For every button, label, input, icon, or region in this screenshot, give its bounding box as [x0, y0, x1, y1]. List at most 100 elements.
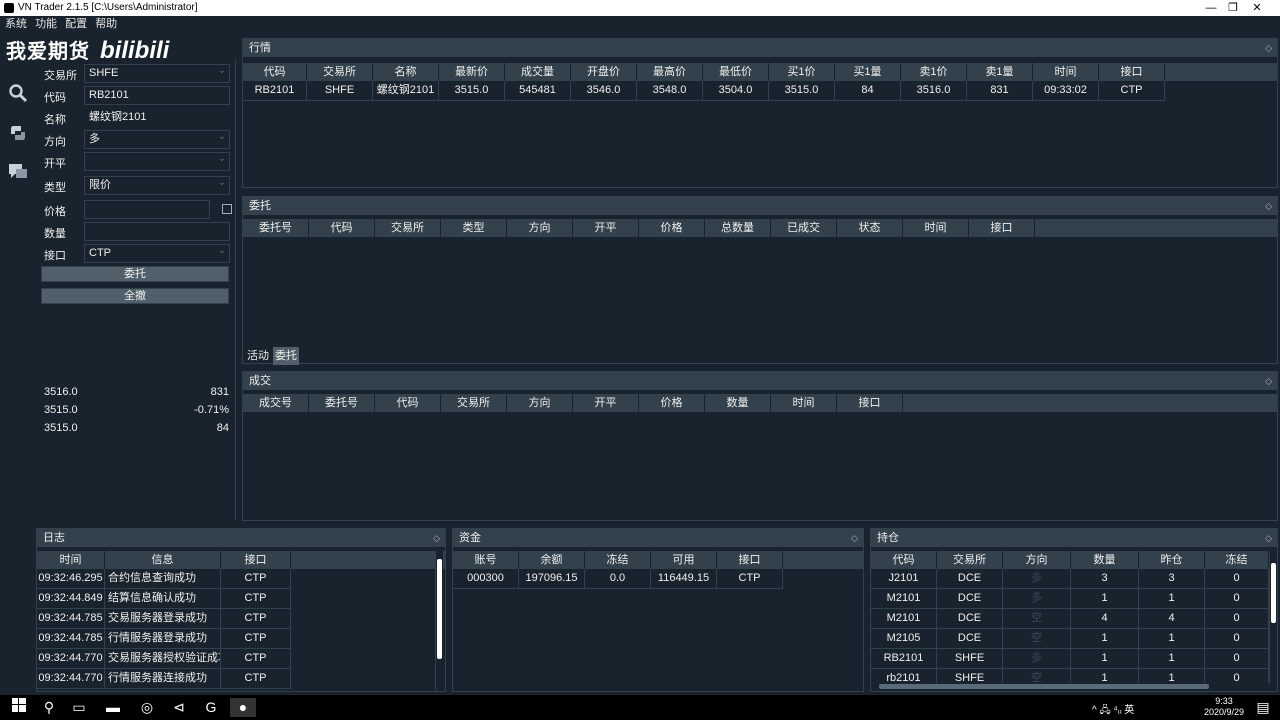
- file-explorer-icon[interactable]: ▬: [100, 698, 126, 717]
- table-row[interactable]: 09:32:44.770 行情服务器连接成功 CTP: [37, 669, 445, 689]
- col-header[interactable]: 开平: [573, 219, 639, 237]
- menu-function[interactable]: 功能: [35, 16, 57, 33]
- price-checkbox[interactable]: [222, 204, 232, 214]
- col-header[interactable]: 账号: [453, 551, 519, 569]
- col-header[interactable]: 数量: [1071, 551, 1139, 569]
- col-header[interactable]: 买1价: [769, 63, 835, 81]
- menu-system[interactable]: 系统: [5, 16, 27, 33]
- col-header[interactable]: 最高价: [637, 63, 703, 81]
- col-header[interactable]: 代码: [309, 219, 375, 237]
- scrollbar-thumb[interactable]: [1271, 563, 1276, 623]
- table-row[interactable]: M2101 DCE 多 1 1 0: [871, 589, 1277, 609]
- menu-config[interactable]: 配置: [65, 16, 87, 33]
- table-row[interactable]: RB2101 SHFE 螺纹钢2101 3515.0 545481 3546.0…: [243, 81, 1277, 101]
- col-header[interactable]: 卖1量: [967, 63, 1033, 81]
- col-header[interactable]: 冻结: [1205, 551, 1269, 569]
- col-header[interactable]: 时间: [903, 219, 969, 237]
- symbol-input[interactable]: RB2101: [84, 86, 230, 105]
- col-header[interactable]: 成交号: [243, 394, 309, 412]
- col-header[interactable]: 方向: [507, 219, 573, 237]
- col-header[interactable]: 类型: [441, 219, 507, 237]
- browser-icon[interactable]: ◎: [134, 698, 160, 717]
- col-header[interactable]: 接口: [717, 551, 783, 569]
- col-header[interactable]: 方向: [507, 394, 573, 412]
- direction-select[interactable]: 多: [84, 128, 230, 149]
- table-row[interactable]: M2101 DCE 空 4 4 0: [871, 609, 1277, 629]
- col-header[interactable]: 开盘价: [571, 63, 637, 81]
- table-row[interactable]: 09:32:46.295 合约信息查询成功 CTP: [37, 569, 445, 589]
- vscode-icon[interactable]: ⊲: [166, 698, 192, 717]
- position-vscrollbar[interactable]: [1269, 551, 1277, 683]
- table-row[interactable]: 09:32:44.849 结算信息确认成功 CTP: [37, 589, 445, 609]
- task-view-icon[interactable]: ▭: [66, 698, 92, 717]
- col-header[interactable]: 代码: [375, 394, 441, 412]
- float-icon[interactable]: ◇: [851, 529, 858, 547]
- type-select[interactable]: 限价: [84, 174, 230, 195]
- col-header[interactable]: 时间: [771, 394, 837, 412]
- col-header[interactable]: 委托号: [243, 219, 309, 237]
- col-header[interactable]: 时间: [37, 551, 105, 569]
- table-row[interactable]: 09:32:44.785 行情服务器登录成功 CTP: [37, 629, 445, 649]
- clock[interactable]: 9:33 2020/9/29: [1204, 696, 1244, 718]
- position-hscrollbar[interactable]: [875, 683, 1265, 691]
- gateway-select[interactable]: CTP: [84, 242, 230, 263]
- chat-icon[interactable]: [7, 161, 29, 183]
- search-icon[interactable]: ⚲: [36, 698, 62, 717]
- windows-start-icon[interactable]: [6, 698, 32, 717]
- col-header[interactable]: 交易所: [441, 394, 507, 412]
- col-header[interactable]: 卖1价: [901, 63, 967, 81]
- col-header[interactable]: 代码: [871, 551, 937, 569]
- float-icon[interactable]: ◇: [1265, 372, 1272, 390]
- table-row[interactable]: 000300 197096.15 0.0 116449.15 CTP: [453, 569, 863, 589]
- col-header[interactable]: 接口: [837, 394, 903, 412]
- col-header[interactable]: 名称: [373, 63, 439, 81]
- tab-all-orders[interactable]: 委托: [273, 347, 299, 365]
- vntrader-taskbar-icon[interactable]: ●: [230, 698, 256, 717]
- col-header[interactable]: 代码: [243, 63, 307, 81]
- col-header[interactable]: 交易所: [375, 219, 441, 237]
- col-header[interactable]: 接口: [221, 551, 291, 569]
- scrollbar-thumb[interactable]: [879, 684, 1209, 689]
- table-row[interactable]: 09:32:44.785 交易服务器登录成功 CTP: [37, 609, 445, 629]
- col-header[interactable]: 方向: [1003, 551, 1071, 569]
- log-scrollbar[interactable]: [435, 551, 443, 691]
- search-icon[interactable]: [7, 83, 29, 105]
- col-header[interactable]: 开平: [573, 394, 639, 412]
- exchange-select[interactable]: SHFE: [84, 62, 230, 83]
- send-order-button[interactable]: 委托: [41, 266, 229, 282]
- chrome-icon[interactable]: G: [198, 698, 224, 717]
- col-header[interactable]: 信息: [105, 551, 221, 569]
- col-header[interactable]: 数量: [705, 394, 771, 412]
- table-row[interactable]: M2105 DCE 空 1 1 0: [871, 629, 1277, 649]
- cancel-all-button[interactable]: 全撤: [41, 288, 229, 304]
- col-header[interactable]: 最新价: [439, 63, 505, 81]
- python-icon[interactable]: [7, 123, 29, 145]
- notification-icon[interactable]: ▤: [1250, 698, 1276, 717]
- price-input[interactable]: [84, 200, 210, 219]
- volume-input[interactable]: [84, 222, 230, 241]
- float-icon[interactable]: ◇: [1265, 197, 1272, 215]
- col-header[interactable]: 冻结: [585, 551, 651, 569]
- col-header[interactable]: 状态: [837, 219, 903, 237]
- table-row[interactable]: J2101 DCE 多 3 3 0: [871, 569, 1277, 589]
- float-icon[interactable]: ◇: [1265, 529, 1272, 547]
- col-header[interactable]: 价格: [639, 394, 705, 412]
- col-header[interactable]: 交易所: [937, 551, 1003, 569]
- col-header[interactable]: 时间: [1033, 63, 1099, 81]
- float-icon[interactable]: ◇: [433, 529, 440, 547]
- col-header[interactable]: 交易所: [307, 63, 373, 81]
- col-header[interactable]: 接口: [969, 219, 1035, 237]
- col-header[interactable]: 委托号: [309, 394, 375, 412]
- col-header[interactable]: 最低价: [703, 63, 769, 81]
- col-header[interactable]: 价格: [639, 219, 705, 237]
- close-button[interactable]: ✕: [1234, 0, 1280, 16]
- col-header[interactable]: 余额: [519, 551, 585, 569]
- table-row[interactable]: rb2101 SHFE 空 1 1 0: [871, 669, 1277, 683]
- tab-active-orders[interactable]: 活动: [245, 347, 271, 365]
- col-header[interactable]: 可用: [651, 551, 717, 569]
- scrollbar-thumb[interactable]: [437, 559, 442, 659]
- col-header[interactable]: 昨仓: [1139, 551, 1205, 569]
- offset-select[interactable]: [84, 150, 230, 171]
- table-row[interactable]: RB2101 SHFE 多 1 1 0: [871, 649, 1277, 669]
- float-icon[interactable]: ◇: [1265, 39, 1272, 57]
